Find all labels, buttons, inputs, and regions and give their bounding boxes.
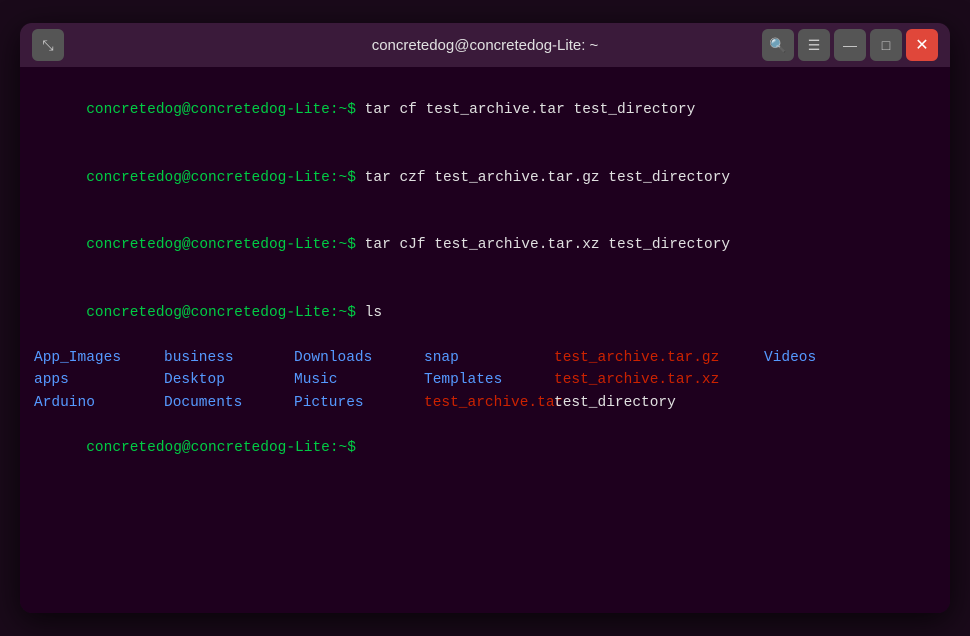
- command-2: tar czf test_archive.tar.gz test_directo…: [365, 170, 730, 186]
- terminal-window: ⤡ concretedog@concretedog-Lite: ~ 🔍 ☰ — …: [20, 23, 950, 613]
- ls-desktop: Desktop: [164, 369, 294, 391]
- ls-app-images: App_Images: [34, 347, 164, 369]
- ls-test-directory: test_directory: [554, 392, 764, 414]
- prompt-1: concretedog@concretedog-Lite:~$: [86, 102, 364, 118]
- ls-downloads: Downloads: [294, 347, 424, 369]
- terminal-body[interactable]: concretedog@concretedog-Lite:~$ tar cf t…: [20, 67, 950, 613]
- terminal-line-1: concretedog@concretedog-Lite:~$ tar cf t…: [34, 77, 936, 144]
- ls-apps: apps: [34, 369, 164, 391]
- ls-templates: Templates: [424, 369, 554, 391]
- command-1: tar cf test_archive.tar test_directory: [365, 102, 696, 118]
- prompt-4: concretedog@concretedog-Lite:~$: [86, 305, 364, 321]
- maximize-icon: □: [882, 37, 890, 53]
- ls-archive-tar: test_archive.tar: [424, 392, 554, 414]
- titlebar: ⤡ concretedog@concretedog-Lite: ~ 🔍 ☰ — …: [20, 23, 950, 67]
- terminal-final-line: concretedog@concretedog-Lite:~$: [34, 414, 936, 481]
- search-button[interactable]: 🔍: [762, 29, 794, 61]
- ls-row-1: App_Images business Downloads snap test_…: [34, 347, 936, 369]
- ls-snap: snap: [424, 347, 554, 369]
- ls-documents: Documents: [164, 392, 294, 414]
- ls-videos: Videos: [764, 347, 864, 369]
- minimize-icon: —: [843, 37, 857, 53]
- titlebar-left: ⤡: [32, 29, 64, 61]
- menu-icon: ☰: [808, 37, 821, 54]
- window-title: concretedog@concretedog-Lite: ~: [372, 37, 599, 54]
- command-3: tar cJf test_archive.tar.xz test_directo…: [365, 237, 730, 253]
- search-icon: 🔍: [769, 37, 786, 54]
- ls-archive-tar-xz: test_archive.tar.xz: [554, 369, 764, 391]
- menu-button[interactable]: ☰: [798, 29, 830, 61]
- close-button[interactable]: ✕: [906, 29, 938, 61]
- close-icon: ✕: [915, 35, 928, 55]
- command-4: ls: [365, 305, 382, 321]
- ls-business: business: [164, 347, 294, 369]
- ls-pictures: Pictures: [294, 392, 424, 414]
- prompt-final: concretedog@concretedog-Lite:~$: [86, 440, 364, 456]
- terminal-line-3: concretedog@concretedog-Lite:~$ tar cJf …: [34, 212, 936, 279]
- terminal-line-2: concretedog@concretedog-Lite:~$ tar czf …: [34, 144, 936, 211]
- prompt-3: concretedog@concretedog-Lite:~$: [86, 237, 364, 253]
- ls-archive-tar-gz: test_archive.tar.gz: [554, 347, 764, 369]
- ls-arduino: Arduino: [34, 392, 164, 414]
- maximize-button[interactable]: □: [870, 29, 902, 61]
- titlebar-controls: 🔍 ☰ — □ ✕: [762, 29, 938, 61]
- ls-row-2: apps Desktop Music Templates test_archiv…: [34, 369, 936, 391]
- ls-row-3: Arduino Documents Pictures test_archive.…: [34, 392, 936, 414]
- ls-music: Music: [294, 369, 424, 391]
- terminal-line-4: concretedog@concretedog-Lite:~$ ls: [34, 279, 936, 346]
- new-tab-button[interactable]: ⤡: [32, 29, 64, 61]
- new-tab-icon: ⤡: [42, 37, 53, 54]
- prompt-2: concretedog@concretedog-Lite:~$: [86, 170, 364, 186]
- minimize-button[interactable]: —: [834, 29, 866, 61]
